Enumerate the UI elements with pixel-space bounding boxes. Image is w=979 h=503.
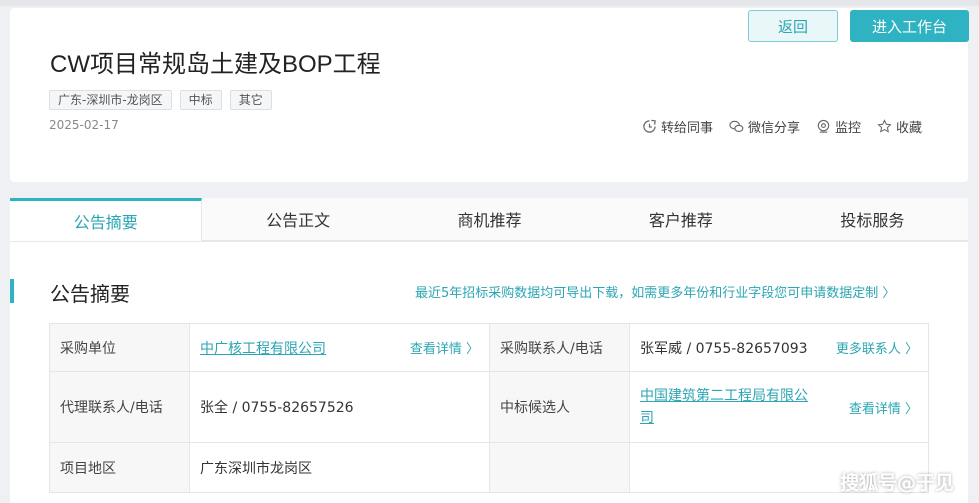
purchaser-link[interactable]: 中广核工程有限公司 <box>200 338 326 358</box>
action-bar: 转给同事 微信分享 监控 收藏 <box>642 117 922 136</box>
forward-colleague-label: 转给同事 <box>661 121 714 136</box>
agent-contact-value: 张全 / 0755-82657526 <box>189 371 490 443</box>
forward-colleague-action[interactable]: 转给同事 <box>642 117 713 136</box>
project-region-label: 项目地区 <box>49 442 190 493</box>
wechat-icon <box>729 120 744 133</box>
agent-contact-label: 代理联系人/电话 <box>49 371 190 443</box>
top-strip <box>0 0 979 6</box>
tab-bar: 公告摘要 公告正文 商机推荐 客户推荐 投标服务 <box>10 198 969 242</box>
tab-opportunity-recommend[interactable]: 商机推荐 <box>393 198 586 241</box>
purchaser-detail-link[interactable]: 查看详情 〉 <box>410 338 479 357</box>
workbench-button[interactable]: 进入工作台 <box>850 10 969 42</box>
status-tag: 中标 <box>179 90 222 110</box>
winning-candidate-label: 中标候选人 <box>489 371 630 443</box>
publish-date: 2025-02-17 <box>49 118 119 132</box>
summary-panel: 公告摘要 最近5年招标采购数据均可导出下载，如需更多年份和行业字段您可申请数据定… <box>10 242 968 503</box>
watermark: 搜狐号@于见 <box>840 472 955 494</box>
more-contacts-link[interactable]: 更多联系人 〉 <box>836 338 918 357</box>
region-tag: 广东-深圳市-龙岗区 <box>49 90 172 110</box>
export-data-link[interactable]: 最近5年招标采购数据均可导出下载，如需更多年份和行业字段您可申请数据定制 〉 <box>415 282 895 301</box>
purchase-contact-label: 采购联系人/电话 <box>489 323 630 372</box>
page-title: CW项目常规岛土建及BOP工程 <box>50 51 381 78</box>
winning-candidate-cell: 中国建筑第二工程局有限公司 查看详情 〉 <box>629 371 929 443</box>
table-row: 代理联系人/电话 张全 / 0755-82657526 中标候选人 中国建筑第二… <box>49 371 929 443</box>
monitor-label: 监控 <box>835 121 862 136</box>
tab-customer-recommend[interactable]: 客户推荐 <box>585 198 777 241</box>
summary-table: 采购单位 中广核工程有限公司 查看详情 〉 采购联系人/电话 张军威 / 075… <box>49 323 929 493</box>
section-title: 公告摘要 <box>50 282 130 306</box>
section-accent-bar <box>10 279 14 303</box>
winning-candidate-link[interactable]: 中国建筑第二工程局有限公司 <box>640 385 820 429</box>
tab-summary[interactable]: 公告摘要 <box>10 198 203 241</box>
purchase-contact-cell: 张军威 / 0755-82657093 更多联系人 〉 <box>629 323 929 372</box>
purchaser-cell: 中广核工程有限公司 查看详情 〉 <box>189 323 490 372</box>
table-row: 项目地区 广东深圳市龙岗区 <box>49 442 929 493</box>
header-card: 返回 进入工作台 CW项目常规岛土建及BOP工程 广东-深圳市-龙岗区 中标 其… <box>10 8 969 182</box>
wechat-share-label: 微信分享 <box>748 121 801 136</box>
star-icon <box>877 119 892 133</box>
category-tag: 其它 <box>229 90 272 110</box>
wechat-share-action[interactable]: 微信分享 <box>729 117 800 136</box>
tab-bid-service[interactable]: 投标服务 <box>776 198 969 241</box>
favorite-action[interactable]: 收藏 <box>877 117 922 136</box>
monitor-action[interactable]: 监控 <box>816 117 861 136</box>
monitor-icon <box>817 119 830 133</box>
table-row: 采购单位 中广核工程有限公司 查看详情 〉 采购联系人/电话 张军威 / 075… <box>49 323 929 372</box>
favorite-label: 收藏 <box>896 121 923 136</box>
empty-label-cell <box>489 442 630 493</box>
purchaser-label: 采购单位 <box>49 323 190 372</box>
project-region-value: 广东深圳市龙岗区 <box>189 442 490 493</box>
candidate-detail-link[interactable]: 查看详情 〉 <box>849 398 918 417</box>
tab-announcement-body[interactable]: 公告正文 <box>202 198 394 241</box>
back-button[interactable]: 返回 <box>748 10 838 42</box>
tag-list: 广东-深圳市-龙岗区 中标 其它 <box>49 90 272 110</box>
purchase-contact-value: 张军威 / 0755-82657093 <box>640 340 808 357</box>
share-colleague-icon <box>643 119 656 133</box>
